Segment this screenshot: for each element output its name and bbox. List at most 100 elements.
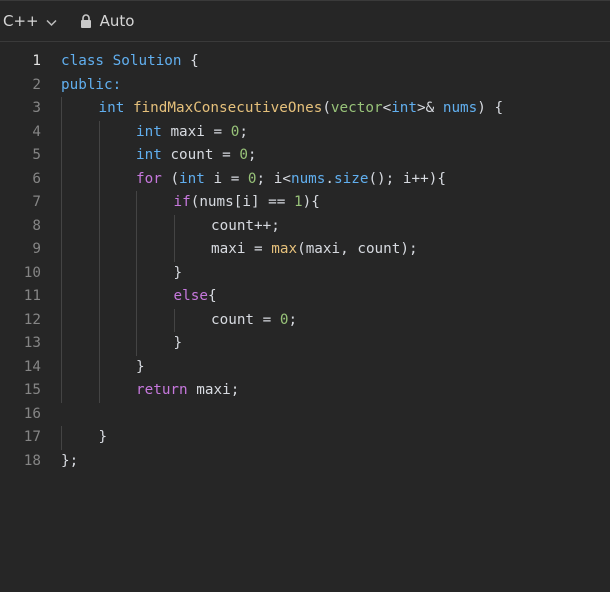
- code-token: }: [136, 358, 145, 375]
- code-token: ){: [302, 194, 320, 210]
- indent-guide: [61, 97, 62, 121]
- code-token: }: [173, 335, 183, 351]
- code-line[interactable]: 14}: [0, 355, 610, 379]
- lock-icon: [80, 14, 92, 28]
- mode-select[interactable]: Auto: [80, 12, 135, 30]
- indent-guide: [61, 379, 62, 403]
- code-text: };: [61, 450, 78, 474]
- indent-guide: [61, 144, 62, 168]
- indent-guide: [61, 120, 62, 144]
- line-number: 4: [32, 123, 41, 140]
- code-token: (nums[i] ==: [190, 194, 295, 210]
- code-token: ) {: [477, 100, 504, 116]
- indent-guide: [61, 332, 62, 356]
- indent-guide: [136, 308, 137, 332]
- line-number: 2: [32, 76, 41, 93]
- code-token: findMaxConsecutiveOnes: [132, 100, 323, 116]
- indent-guide: [173, 238, 175, 262]
- language-select[interactable]: C++: [3, 12, 58, 30]
- code-text: public:: [61, 74, 121, 98]
- code-text: class Solution {: [61, 50, 199, 74]
- indent-guide: [61, 238, 62, 262]
- code-line[interactable]: 10}: [0, 261, 610, 286]
- code-token: if: [173, 194, 191, 210]
- code-token: int: [136, 123, 171, 140]
- indent-guide: [98, 191, 100, 215]
- code-token: int: [98, 100, 133, 116]
- code-token: (maxi, count);: [297, 241, 418, 257]
- code-text: int count = 0;: [136, 144, 257, 168]
- code-line[interactable]: 13}: [0, 332, 610, 356]
- code-line[interactable]: 8 count++;: [0, 214, 610, 239]
- editor-toolbar: C++ Auto: [0, 1, 610, 42]
- code-token: 0: [247, 170, 257, 187]
- code-token: nums: [290, 170, 326, 187]
- code-token: (: [322, 100, 331, 116]
- code-line[interactable]: 2 public:: [0, 74, 610, 98]
- code-token: ; i<: [256, 170, 291, 187]
- indent-guide: [98, 238, 100, 262]
- indent-guide: [98, 332, 100, 356]
- code-line[interactable]: 3 int findMaxConsecutiveOnes(vector<int>&…: [0, 97, 610, 121]
- code-area[interactable]: 1 class Solution {2 public: 3 int findMaxCon…: [0, 50, 610, 473]
- code-token: maxi =: [211, 241, 272, 257]
- indent-guide: [98, 167, 100, 191]
- code-token: return: [136, 382, 197, 398]
- indent-guide: [98, 308, 100, 332]
- code-text: for (int i = 0; i<nums.size(); i++){: [136, 168, 446, 192]
- code-line[interactable]: 15 return maxi;: [0, 379, 610, 403]
- code-token: (: [170, 170, 180, 187]
- code-token: maxi;: [196, 382, 240, 398]
- code-token: 0: [239, 147, 248, 163]
- code-token: <: [382, 100, 392, 116]
- indent-guide: [98, 214, 100, 238]
- indent-guide: [61, 426, 62, 450]
- code-line[interactable]: 17}: [0, 426, 610, 450]
- code-token: Solution: [112, 53, 182, 69]
- code-text: int findMaxConsecutiveOnes(vector<int>& …: [99, 97, 504, 121]
- code-line[interactable]: 18};: [0, 450, 610, 474]
- code-token: (); i++){: [368, 170, 446, 187]
- code-token: .: [325, 170, 335, 187]
- code-text: count++;: [211, 215, 280, 239]
- indent-guide: [136, 332, 137, 356]
- code-line[interactable]: 11 else{: [0, 285, 610, 309]
- indent-guide: [98, 379, 100, 403]
- code-line[interactable]: 6 for (int i = 0; i<nums.size(); i++){: [0, 167, 610, 192]
- code-token: i =: [213, 170, 248, 187]
- line-number: 3: [32, 100, 41, 116]
- code-line[interactable]: 5 int count = 0;: [0, 144, 610, 168]
- code-text: else{: [174, 285, 217, 309]
- line-number: 8: [32, 217, 41, 234]
- code-line[interactable]: 12 count = 0;: [0, 308, 610, 332]
- code-text: }: [174, 332, 183, 356]
- code-token: vector: [330, 100, 383, 116]
- code-text: }: [174, 262, 183, 286]
- code-line[interactable]: 9 maxi = max(maxi, count);: [0, 238, 610, 262]
- code-token: {: [181, 53, 199, 69]
- code-token: };: [61, 452, 79, 469]
- code-token: 1: [294, 194, 303, 210]
- code-line[interactable]: 16: [0, 403, 610, 427]
- line-number: 11: [23, 288, 41, 304]
- code-line[interactable]: 1 class Solution {: [0, 50, 610, 74]
- code-token: int: [179, 170, 214, 187]
- code-token: else: [173, 288, 208, 304]
- line-number: 16: [23, 405, 41, 422]
- indent-guide: [173, 214, 175, 238]
- line-number: 18: [23, 452, 41, 469]
- code-line[interactable]: 7 if(nums[i] == 1){: [0, 191, 610, 215]
- mode-label: Auto: [99, 12, 135, 30]
- chevron-down-icon: [45, 15, 58, 28]
- line-number: 15: [23, 382, 41, 398]
- indent-guide: [61, 355, 62, 379]
- code-token: count =: [211, 311, 280, 328]
- line-number: 17: [23, 429, 41, 445]
- line-number: 12: [23, 311, 41, 328]
- code-token: nums: [442, 100, 478, 116]
- indent-guide: [98, 120, 100, 144]
- code-text: if(nums[i] == 1){: [174, 191, 320, 215]
- indent-guide: [61, 214, 62, 238]
- line-number: 10: [23, 264, 41, 281]
- code-line[interactable]: 4 int maxi = 0;: [0, 120, 610, 144]
